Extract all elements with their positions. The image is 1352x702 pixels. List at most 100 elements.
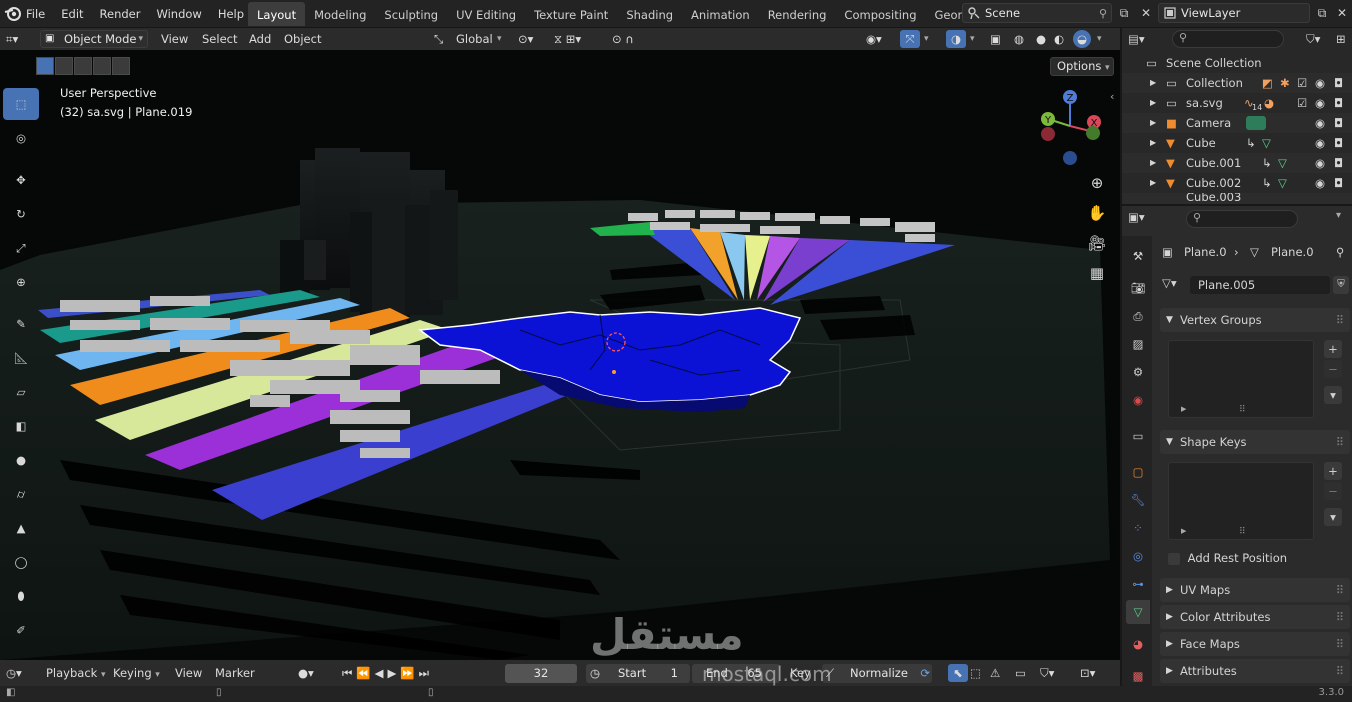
- normalize-toggle[interactable]: ⟋ Normalize ⟳: [822, 664, 932, 683]
- shape-keys-list[interactable]: ▶ ⠿: [1168, 462, 1314, 540]
- eye-icon[interactable]: ◉: [1315, 173, 1325, 193]
- new-collection-icon[interactable]: ⊞: [1336, 32, 1346, 46]
- expand-icon[interactable]: ▶: [1150, 153, 1156, 173]
- transform-orientation[interactable]: Global: [456, 28, 493, 50]
- tab-shading[interactable]: Shading: [617, 2, 682, 26]
- tab-rendering[interactable]: Rendering: [759, 2, 836, 26]
- menu-marker[interactable]: Marker: [215, 660, 255, 686]
- collection-tab-icon[interactable]: ▭: [1126, 424, 1150, 448]
- pan-hand-icon[interactable]: ✋: [1084, 200, 1110, 226]
- cursor-tool-icon[interactable]: ◎: [3, 122, 39, 154]
- outliner-row-cube[interactable]: ▶ ▼ Cube ↳ ▽ ◉ ◘: [1122, 133, 1352, 153]
- select-new-icon[interactable]: [36, 57, 54, 75]
- remove-shape-key-button[interactable]: −: [1324, 482, 1342, 500]
- constraints-tab-icon[interactable]: ⊶: [1126, 572, 1150, 596]
- camera-render-icon[interactable]: ◘: [1334, 93, 1343, 113]
- vertex-groups-list[interactable]: ▶ ⠿: [1168, 340, 1314, 418]
- proportional-edit-icon[interactable]: ⊙ ∩: [612, 28, 634, 50]
- add-cube-tool-icon[interactable]: ◧: [3, 410, 39, 442]
- outliner-row-cube-003[interactable]: Cube.003: [1122, 193, 1352, 204]
- tab-animation[interactable]: Animation: [682, 2, 759, 26]
- editor-type-icon[interactable]: ⌗▾: [6, 28, 18, 50]
- menu-timeline-view[interactable]: View: [175, 660, 202, 686]
- overlay-toggle-icon[interactable]: ◑: [946, 30, 966, 48]
- outliner-row-cube-001[interactable]: ▶ ▼ Cube.001 ↳ ▽ ◉ ◘: [1122, 153, 1352, 173]
- checkbox-icon[interactable]: ☑: [1297, 73, 1307, 93]
- shape-key-menu-icon[interactable]: ▾: [1324, 508, 1342, 526]
- menu-file[interactable]: File: [18, 0, 53, 28]
- xray-toggle-icon[interactable]: ▣: [990, 28, 1001, 50]
- modifier-tab-icon[interactable]: 🔧︎: [1126, 488, 1150, 512]
- 3d-viewport[interactable]: User Perspective (32) sa.svg | Plane.019…: [0, 50, 1120, 660]
- add-sphere-tool-icon[interactable]: ●: [3, 444, 39, 476]
- filter-icon[interactable]: ⛉▾: [1306, 32, 1320, 47]
- output-tab-icon[interactable]: ⎙: [1126, 304, 1150, 328]
- particles-tab-icon[interactable]: ⁘: [1126, 516, 1150, 540]
- view-layer-tab-icon[interactable]: ▨: [1126, 332, 1150, 356]
- remove-scene-icon[interactable]: ✕: [1136, 3, 1156, 23]
- menu-keying[interactable]: Keying ▾: [113, 660, 160, 686]
- add-plane-tool-icon[interactable]: ▱: [3, 376, 39, 408]
- object-tab-icon[interactable]: ▢: [1126, 460, 1150, 484]
- tab-modeling[interactable]: Modeling: [305, 2, 375, 26]
- scale-tool-icon[interactable]: ⤢: [3, 232, 39, 264]
- rendered-shading-icon[interactable]: ◒: [1073, 30, 1091, 48]
- list-expand-icon[interactable]: ▶: [1181, 405, 1186, 413]
- mesh-name-field[interactable]: Plane.005: [1190, 276, 1330, 294]
- list-expand-icon[interactable]: ▶: [1181, 527, 1186, 535]
- eye-icon[interactable]: ◉: [1315, 93, 1325, 113]
- eye-icon[interactable]: ◉: [1315, 73, 1325, 93]
- tab-texture-paint[interactable]: Texture Paint: [525, 2, 617, 26]
- list-resize-handle-icon[interactable]: ⠿: [1239, 405, 1246, 415]
- measure-tool-icon[interactable]: 📐︎: [3, 342, 39, 374]
- fake-user-shield-icon[interactable]: ⛨: [1333, 276, 1349, 294]
- frame-icon[interactable]: ▭: [1015, 660, 1026, 686]
- add-vertex-group-button[interactable]: +: [1324, 340, 1342, 358]
- camera-render-icon[interactable]: ◘: [1334, 153, 1343, 173]
- material-tab-icon[interactable]: ◕: [1126, 632, 1150, 656]
- add-torus-tool-icon[interactable]: ◯: [3, 546, 39, 578]
- drag-handle-icon[interactable]: ⠿: [1336, 632, 1344, 656]
- outliner-row-sa-svg[interactable]: ▶ ▭ sa.svg ∿ 14 ◕ ☑ ◉ ◘: [1122, 93, 1352, 113]
- camera-render-icon[interactable]: ◘: [1334, 133, 1343, 153]
- attributes-panel-header[interactable]: ▶ Attributes ⠿: [1160, 659, 1350, 683]
- camera-render-icon[interactable]: ◘: [1334, 73, 1343, 93]
- zoom-icon[interactable]: ⊕: [1084, 170, 1110, 196]
- viewlayer-selector[interactable]: ViewLayer: [1158, 3, 1310, 23]
- pivot-icon[interactable]: ⊙▾: [518, 28, 533, 50]
- expand-icon[interactable]: ▶: [1150, 173, 1156, 193]
- visibility-icon[interactable]: ◉▾: [866, 28, 882, 50]
- tool-tab-icon[interactable]: ⚒: [1126, 244, 1150, 268]
- timeline-editor-icon[interactable]: ◷▾: [6, 660, 22, 686]
- select-box-tool-icon[interactable]: ⬚: [3, 88, 39, 120]
- render-tab-icon[interactable]: 📷︎: [1126, 276, 1150, 300]
- pin-icon[interactable]: ⚲: [1099, 7, 1107, 20]
- vertex-group-menu-icon[interactable]: ▾: [1324, 386, 1342, 404]
- outliner-row-cube-002[interactable]: ▶ ▼ Cube.002 ↳ ▽ ◉ ◘: [1122, 173, 1352, 193]
- box-select-icon[interactable]: ⬚: [970, 660, 981, 686]
- move-tool-icon[interactable]: ✥: [3, 164, 39, 196]
- add-shape-key-button[interactable]: +: [1324, 462, 1342, 480]
- new-scene-icon[interactable]: ⧉: [1114, 3, 1134, 23]
- add-rest-position-row[interactable]: Add Rest Position: [1168, 550, 1287, 566]
- eye-icon[interactable]: ◉: [1315, 153, 1325, 173]
- mesh-browse-icon[interactable]: ▽▾: [1162, 276, 1177, 290]
- menu-help[interactable]: Help: [210, 0, 252, 28]
- solid-shading-icon[interactable]: ●: [1036, 28, 1046, 50]
- shape-keys-panel-header[interactable]: ▼ Shape Keys ⠿: [1160, 430, 1350, 454]
- transform-orientation-icon[interactable]: ⤡: [434, 28, 443, 50]
- record-icon[interactable]: ●▾: [298, 660, 314, 686]
- menu-view[interactable]: View: [161, 28, 188, 50]
- chevron-down-icon[interactable]: ▾: [1336, 210, 1341, 221]
- new-viewlayer-icon[interactable]: ⧉: [1312, 3, 1332, 23]
- playback-controls[interactable]: ⏮⏪◀▶⏩⏭: [342, 660, 433, 686]
- annotate-tool-icon[interactable]: ✎: [3, 308, 39, 340]
- snap-icon[interactable]: ⧖ ⊞▾: [554, 28, 581, 50]
- add-cone-tool-icon[interactable]: ▲: [3, 512, 39, 544]
- tab-uv-editing[interactable]: UV Editing: [447, 2, 525, 26]
- camera-view-icon[interactable]: 🎥︎: [1084, 230, 1110, 256]
- list-resize-handle-icon[interactable]: ⠿: [1239, 527, 1246, 537]
- select-cursor-icon[interactable]: ⬉: [948, 664, 968, 682]
- camera-render-icon[interactable]: ◘: [1334, 173, 1343, 193]
- color-attributes-panel-header[interactable]: ▶ Color Attributes ⠿: [1160, 605, 1350, 629]
